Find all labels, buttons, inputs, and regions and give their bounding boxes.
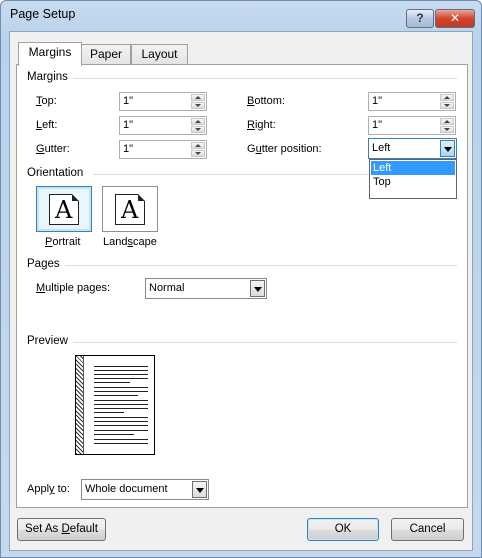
top-margin-label: Top:: [36, 95, 57, 107]
preview-divider: [73, 342, 457, 343]
preview-line: [94, 417, 148, 418]
right-margin-value: 1": [372, 119, 383, 131]
bottom-margin-value: 1": [372, 95, 383, 107]
preview-line: [94, 430, 148, 431]
gutter-decrement[interactable]: [191, 150, 205, 157]
margins-divider: [73, 78, 457, 79]
preview-line: [94, 421, 148, 422]
preview-section-label: Preview: [27, 335, 68, 347]
landscape-label: Landscape: [103, 236, 157, 248]
margins-section-label: Margins: [27, 71, 68, 83]
bottom-margin-spinner[interactable]: 1": [368, 92, 456, 111]
gutter-label: Gutter:: [36, 143, 70, 155]
landscape-page-icon: A: [115, 194, 145, 225]
top-margin-decrement[interactable]: [191, 102, 205, 109]
right-margin-decrement[interactable]: [440, 126, 454, 133]
tab-margins[interactable]: Margins: [18, 42, 82, 66]
bottom-margin-decrement[interactable]: [440, 102, 454, 109]
preview-line: [94, 395, 138, 396]
chevron-down-icon[interactable]: [250, 280, 265, 297]
gutter-position-label: Gutter position:: [247, 143, 322, 155]
preview-line: [94, 391, 148, 392]
left-margin-label: Left:: [36, 119, 58, 131]
left-margin-spinner[interactable]: 1": [119, 116, 207, 135]
title-bar[interactable]: Page Setup ? ✕: [1, 1, 481, 31]
preview-gutter: [76, 356, 84, 454]
multiple-pages-label: Multiple pages:: [36, 282, 110, 294]
cancel-button[interactable]: Cancel: [391, 518, 464, 541]
top-margin-increment[interactable]: [191, 94, 205, 101]
preview-line: [94, 439, 148, 440]
preview-line: [94, 366, 148, 367]
tab-layout[interactable]: Layout: [131, 44, 188, 65]
right-margin-label: Right:: [247, 119, 276, 131]
left-margin-increment[interactable]: [191, 118, 205, 125]
top-margin-spinner[interactable]: 1": [119, 92, 207, 111]
right-margin-spinner[interactable]: 1": [368, 116, 456, 135]
multiple-pages-value: Normal: [149, 282, 185, 294]
dialog-window: Page Setup ? ✕ Margins Paper Layout Marg…: [0, 0, 482, 558]
preview-line: [94, 382, 130, 383]
set-as-default-button[interactable]: Set As Default: [17, 518, 106, 541]
window-title: Page Setup: [10, 7, 76, 21]
preview-line: [94, 408, 148, 409]
preview-line: [94, 387, 148, 388]
preview-line: [94, 378, 148, 379]
top-margin-value: 1": [123, 95, 134, 107]
preview-line: [94, 425, 148, 426]
preview-line: [94, 404, 148, 405]
gutter-value: 1": [123, 143, 134, 155]
tab-paper[interactable]: Paper: [81, 44, 131, 65]
chevron-down-icon[interactable]: [440, 140, 455, 157]
gutter-position-value: Left: [372, 142, 391, 154]
right-margin-increment[interactable]: [440, 118, 454, 125]
gutter-position-dropdown: Left Top: [369, 159, 457, 199]
gutter-position-select[interactable]: Left: [368, 138, 457, 159]
preview-line: [94, 443, 148, 444]
portrait-page-icon: A: [49, 194, 79, 225]
apply-to-value: Whole document: [85, 483, 168, 495]
close-button[interactable]: ✕: [435, 9, 475, 28]
preview-line: [94, 400, 148, 401]
dialog-client: Margins Paper Layout Margins Top: 1" Lef…: [9, 31, 473, 551]
orientation-section-label: Orientation: [27, 167, 84, 179]
help-button[interactable]: ?: [406, 9, 434, 28]
dropdown-option-left[interactable]: Left: [371, 161, 455, 175]
portrait-label: Portrait: [45, 236, 81, 248]
landscape-button[interactable]: A: [102, 186, 158, 232]
bottom-margin-label: Bottom:: [247, 95, 285, 107]
bottom-margin-increment[interactable]: [440, 94, 454, 101]
margins-tab-panel: Margins Top: 1" Left: 1" Gutter: 1" Bott…: [16, 64, 468, 508]
pages-divider: [65, 265, 457, 266]
dropdown-option-top[interactable]: Top: [371, 175, 455, 189]
portrait-button[interactable]: A: [36, 186, 92, 232]
gutter-spinner[interactable]: 1": [119, 140, 207, 159]
gutter-increment[interactable]: [191, 142, 205, 149]
preview-line: [94, 434, 134, 435]
preview-page: [75, 355, 155, 455]
multiple-pages-select[interactable]: Normal: [145, 278, 267, 299]
left-margin-value: 1": [123, 119, 134, 131]
pages-section-label: Pages: [27, 258, 60, 270]
apply-to-select[interactable]: Whole document: [81, 479, 209, 500]
ok-button[interactable]: OK: [307, 518, 379, 541]
apply-to-label: Apply to:: [27, 483, 70, 495]
preview-line: [94, 412, 124, 413]
preview-line: [94, 374, 148, 375]
chevron-down-icon[interactable]: [192, 481, 207, 498]
preview-line: [94, 370, 148, 371]
left-margin-decrement[interactable]: [191, 126, 205, 133]
